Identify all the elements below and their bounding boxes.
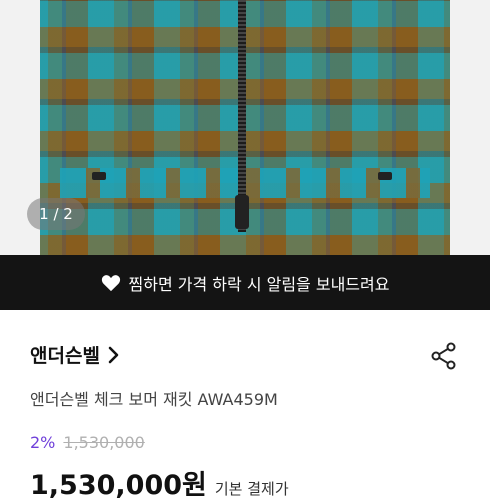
heart-icon <box>101 274 120 291</box>
brand-name: 앤더슨벨 <box>30 345 100 367</box>
price-note: 기본 결제가 <box>214 480 289 498</box>
share-icon[interactable] <box>430 342 458 370</box>
jacket-tab-left <box>92 172 106 180</box>
image-counter: 1 / 2 <box>27 198 85 230</box>
image-background-right <box>450 0 490 255</box>
original-price: 1,530,000 <box>63 433 145 452</box>
discount-rate: 2% <box>30 433 56 452</box>
chevron-right-icon <box>108 346 119 363</box>
wish-alert-text: 찜하면 가격 하락 시 알림을 보내드려요 <box>128 274 390 294</box>
wish-alert-banner[interactable]: 찜하면 가격 하락 시 알림을 보내드려요 <box>0 255 490 310</box>
sale-price: 1,530,000원 <box>30 470 207 501</box>
jacket-zipper-pull <box>235 195 249 229</box>
product-name: 앤더슨벨 체크 보머 재킷 AWA459M <box>30 390 278 409</box>
discount-row: 2% 1,530,000 <box>30 433 145 452</box>
price-row: 1,530,000원 기본 결제가 <box>30 463 289 502</box>
brand-link[interactable]: 앤더슨벨 <box>30 341 120 368</box>
jacket-tab-right <box>378 172 392 180</box>
